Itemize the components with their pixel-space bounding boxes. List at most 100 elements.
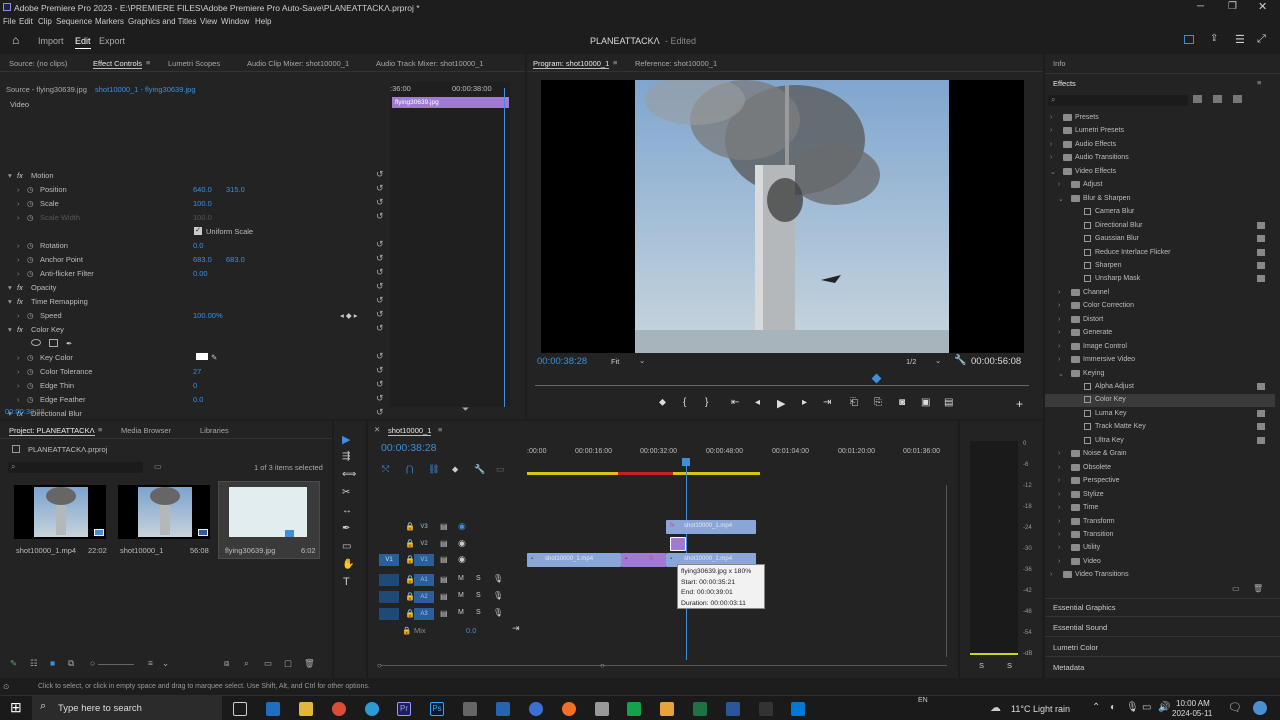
uniform-scale-checkbox[interactable]: ✓ (194, 227, 202, 235)
source-patch-audio[interactable] (379, 591, 399, 603)
chevron-right-icon[interactable]: › (1058, 491, 1060, 498)
project-menu-icon[interactable]: ≡ (98, 425, 102, 434)
new-item-icon[interactable]: ▢ (284, 658, 292, 669)
mute-button[interactable]: M (458, 575, 464, 582)
minimize-icon[interactable]: ─ (1197, 1, 1204, 12)
go-to-in-icon[interactable]: ⇤ (731, 397, 739, 408)
premiere-taskbar-icon[interactable]: Pr (397, 702, 411, 716)
effects-item[interactable]: Unsharp Mask (1045, 273, 1275, 286)
menu-file[interactable]: File (3, 17, 16, 26)
reset-icon[interactable]: ↺ (376, 239, 384, 250)
step-forward-icon[interactable]: ▸ (802, 397, 807, 408)
word-icon[interactable] (726, 702, 740, 716)
ec-row[interactable]: ▾ fx Opacity ↺ (0, 280, 384, 294)
tab-audio-track-mixer[interactable]: Audio Track Mixer: shot10000_1 (376, 59, 484, 68)
fx-toggle-icon[interactable]: fx (17, 171, 23, 180)
chevron-right-icon[interactable]: › (1050, 154, 1052, 161)
excel-icon[interactable] (693, 702, 707, 716)
accelerated-filter-icon[interactable] (1193, 95, 1202, 103)
mix-value[interactable]: 0.0 (466, 626, 476, 635)
zoom-slider-knob[interactable]: ○ (90, 658, 95, 668)
pen-mask-icon[interactable]: ✒ (66, 339, 72, 348)
fullscreen-icon[interactable]: ⤢ (1257, 33, 1266, 46)
sync-lock-icon[interactable]: ▤ (440, 575, 448, 584)
ripple-edit-icon[interactable]: ⟺ (342, 469, 356, 480)
playhead-handle[interactable] (682, 458, 690, 466)
ec-value-1[interactable]: 640.0 (193, 185, 212, 194)
chevron-right-icon[interactable]: › (1058, 558, 1060, 565)
effects-item[interactable]: Directional Blur (1045, 220, 1275, 233)
stopwatch-icon[interactable]: ◷ (27, 353, 34, 362)
expand-caret-icon[interactable]: ▾ (8, 283, 12, 292)
stopwatch-icon[interactable]: ◷ (27, 255, 34, 264)
ec-playhead[interactable] (504, 88, 505, 407)
expand-caret-icon[interactable]: › (17, 185, 20, 194)
reset-icon[interactable]: ↺ (376, 197, 384, 208)
effects-menu-icon[interactable]: ≡ (1257, 78, 1261, 87)
chevron-right-icon[interactable]: › (1058, 504, 1060, 511)
trash-icon[interactable]: 🗑 (304, 658, 315, 669)
reset-icon[interactable]: ↺ (376, 267, 384, 278)
rectangle-mask-icon[interactable] (49, 339, 58, 347)
ec-row[interactable]: › ◷ Key Color ✎ ↺ (0, 350, 384, 364)
panel-menu-icon[interactable]: ≡ (146, 58, 150, 67)
menu-sequence[interactable]: Sequence (56, 17, 92, 26)
effects-item[interactable]: › Presets (1045, 112, 1275, 125)
stopwatch-icon[interactable]: ◷ (27, 199, 34, 208)
keyframe-nav-icon[interactable]: ◂ ◆ ▸ (340, 311, 357, 320)
ec-row[interactable]: › ◷ Edge Feather 0.0 ↺ (0, 392, 384, 406)
menu-help[interactable]: Help (255, 17, 271, 26)
effects-item[interactable]: Luma Key (1045, 408, 1275, 421)
sync-lock-icon[interactable]: ▤ (440, 522, 448, 531)
ec-row[interactable]: › ◷ Speed 100.00% ↺ ◂ ◆ ▸ (0, 308, 384, 322)
ec-row[interactable]: › ◷ Scale Width 100.0 ↺ (0, 210, 384, 224)
pencil-icon[interactable]: ✎ (10, 658, 17, 669)
expand-caret-icon[interactable]: › (17, 311, 20, 320)
find-icon[interactable]: ⌕ (244, 658, 249, 669)
reset-icon[interactable]: ↺ (376, 393, 384, 404)
reset-icon[interactable]: ↺ (376, 365, 384, 376)
project-item-selected[interactable]: flying30639.jpg 6:02 (218, 481, 320, 559)
ec-row[interactable]: › ◷ Color Tolerance 27 ↺ (0, 364, 384, 378)
reset-icon[interactable]: ↺ (376, 323, 384, 334)
effects-item[interactable]: ⌄ Video Effects (1045, 166, 1275, 179)
selection-tool-icon[interactable]: ▶ (342, 433, 350, 446)
stopwatch-icon[interactable]: ◷ (27, 213, 34, 222)
play-icon[interactable]: ▶ (777, 397, 785, 410)
stopwatch-icon[interactable]: ◷ (27, 381, 34, 390)
project-search-input[interactable]: ⌕ (8, 462, 143, 473)
ec-row[interactable]: › ◷ Anti-flicker Filter 0.00 ↺ (0, 266, 384, 280)
chevron-right-icon[interactable]: › (1050, 141, 1052, 148)
effects-item[interactable]: Track Matte Key (1045, 421, 1275, 434)
sync-lock-icon[interactable]: ▤ (440, 609, 448, 618)
export-tab[interactable]: Export (99, 36, 125, 46)
track-select-icon[interactable]: ⇶ (342, 451, 350, 462)
new-bin-button-icon[interactable]: ▭ (264, 658, 272, 669)
compare-icon[interactable]: ▣ (921, 397, 930, 408)
app-icon-2[interactable] (496, 702, 510, 716)
close-icon[interactable]: ✕ (1258, 0, 1267, 13)
project-item-thumb-0[interactable] (14, 485, 106, 539)
effects-item[interactable]: ⌄ Keying (1045, 368, 1275, 381)
32bit-filter-icon[interactable] (1213, 95, 1222, 103)
stopwatch-icon[interactable]: ◷ (27, 311, 34, 320)
track-target[interactable]: A3 (414, 608, 434, 620)
chevron-down-icon[interactable]: ⌄ (1058, 195, 1064, 203)
expand-caret-icon[interactable]: › (17, 367, 20, 376)
ec-value-2[interactable]: 683.0 (226, 255, 245, 264)
freeform-view-icon[interactable]: ⧉ (68, 658, 74, 669)
resolution-dropdown[interactable]: 1/2 (906, 357, 916, 366)
tab-sequence[interactable]: shot10000_1 (388, 426, 432, 436)
chevron-right-icon[interactable]: › (1058, 518, 1060, 525)
automate-icon[interactable]: ⧈ (224, 658, 229, 669)
ec-value-1[interactable]: 100.0 (193, 213, 212, 222)
chevron-right-icon[interactable]: › (1050, 114, 1052, 121)
effects-item[interactable]: › Image Control (1045, 341, 1275, 354)
tab-source[interactable]: Source: (no clips) (9, 59, 67, 68)
clip-v1-transition[interactable]: ▪ fx (621, 553, 666, 567)
add-marker-icon[interactable]: ⬥ (452, 464, 458, 475)
chevron-right-icon[interactable]: › (1058, 531, 1060, 538)
effects-item[interactable]: Reduce Interlace Flicker (1045, 247, 1275, 260)
menu-icon[interactable]: ☰ (1235, 33, 1245, 46)
app-icon-6[interactable] (627, 702, 641, 716)
